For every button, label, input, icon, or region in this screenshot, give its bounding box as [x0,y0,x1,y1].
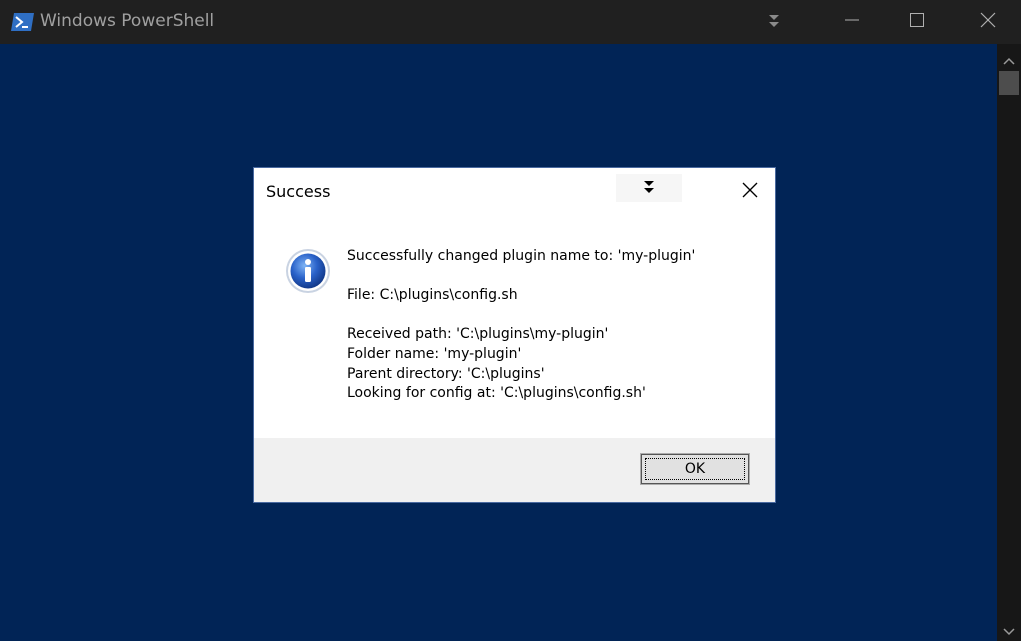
success-dialog: Success Successfully changed plugin name… [254,168,775,502]
dialog-message: Successfully changed plugin name to: 'my… [347,247,757,404]
minimize-icon [844,12,860,32]
message-line: Looking for config at: 'C:\plugins\confi… [347,385,646,402]
double-chevron-down-icon [642,179,656,198]
minimize-button[interactable] [832,0,872,44]
window-title: Windows PowerShell [40,11,215,31]
titlebar-menu-button[interactable] [756,0,792,44]
window-titlebar: Windows PowerShell [0,0,1021,44]
dialog-menu-button[interactable] [616,174,682,202]
message-line: Received path: 'C:\plugins\my-plugin' [347,326,609,343]
dialog-title: Success [266,182,331,201]
close-icon [741,181,759,203]
scroll-up-button[interactable] [997,48,1021,70]
dialog-titlebar: Success [254,168,775,214]
close-button[interactable] [968,0,1008,44]
maximize-icon [909,12,925,32]
info-icon [285,248,331,294]
message-line: File: C:\plugins\config.sh [347,287,518,304]
chevron-down-icon [1003,621,1015,640]
message-line: Successfully changed plugin name to: 'my… [347,248,696,264]
maximize-button[interactable] [897,0,937,44]
message-line: Parent directory: 'C:\plugins' [347,365,545,382]
scroll-down-button[interactable] [997,619,1021,641]
close-icon [980,12,996,32]
scroll-thumb[interactable] [999,71,1019,95]
double-chevron-down-icon [767,13,781,32]
chevron-up-icon [1003,50,1015,69]
ok-button-label: OK [684,461,706,477]
dialog-footer: OK [254,438,775,502]
powershell-icon [11,12,35,32]
message-line: Folder name: 'my-plugin' [347,345,522,362]
dialog-close-button[interactable] [736,178,764,206]
ok-button[interactable]: OK [640,453,750,485]
vertical-scrollbar[interactable] [997,44,1021,641]
